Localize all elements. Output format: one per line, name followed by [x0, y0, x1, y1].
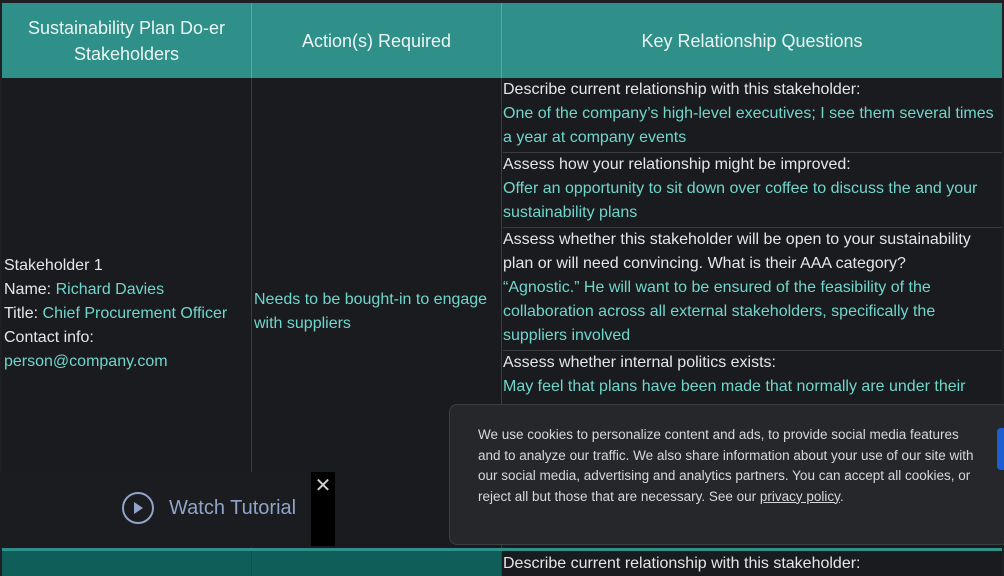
stakeholder-name-row: Name: Richard Davies — [4, 281, 165, 298]
privacy-policy-link[interactable]: privacy policy — [760, 489, 840, 504]
cookie-text-end: . — [839, 488, 844, 504]
next-row-stakeholder-cell — [2, 551, 252, 576]
question-item: Describe current relationship with this … — [503, 78, 1002, 153]
question-item: Assess whether this stakeholder will be … — [503, 228, 1002, 351]
next-row-action-cell — [252, 551, 502, 576]
cookie-text: We use cookies to personalize content an… — [478, 427, 974, 504]
question-prompt: Assess whether internal politics exists: — [503, 354, 776, 371]
watch-tutorial-button[interactable]: Watch Tutorial — [122, 492, 296, 524]
tutorial-widget: Watch Tutorial — [0, 472, 312, 547]
question-answer: “Agnostic.” He will want to be ensured o… — [503, 279, 936, 344]
close-icon[interactable]: ✕ — [311, 472, 335, 546]
question-prompt: Describe current relationship with this … — [503, 81, 861, 98]
stakeholder-heading: Stakeholder 1 — [4, 257, 103, 274]
contact-email: person@company.com — [4, 353, 168, 370]
play-icon — [122, 492, 154, 524]
cookie-banner: We use cookies to personalize content an… — [449, 404, 1004, 545]
stakeholder-title-row: Title: Chief Procurement Officer — [4, 305, 228, 322]
stakeholder-name: Richard Davies — [55, 281, 165, 298]
question-answer: Offer an opportunity to sit down over co… — [503, 180, 978, 221]
table-row-next: Describe current relationship with this … — [2, 548, 1002, 576]
question-prompt: Assess how your relationship might be im… — [503, 156, 851, 173]
question-prompt: Assess whether this stakeholder will be … — [503, 231, 971, 272]
question-answer: May feel that plans have been made that … — [503, 378, 966, 395]
header-actions: Action(s) Required — [252, 3, 502, 78]
next-row-question: Describe current relationship with this … — [503, 555, 861, 572]
contact-label: Contact info: — [4, 329, 94, 346]
header-questions: Key Relationship Questions — [502, 3, 1002, 78]
watch-tutorial-label: Watch Tutorial — [169, 496, 297, 519]
question-answer: One of the company’s high-level executiv… — [503, 105, 994, 146]
header-stakeholders: Sustainability Plan Do-er Stakeholders — [2, 3, 252, 78]
cookie-accept-button[interactable] — [997, 428, 1004, 470]
question-item: Assess how your relationship might be im… — [503, 153, 1002, 228]
stakeholder-info: Stakeholder 1 Name: Richard Davies Title… — [4, 254, 227, 374]
action-text: Needs to be bought-in to engage with sup… — [254, 291, 488, 332]
stakeholder-title: Chief Procurement Officer — [42, 305, 228, 322]
